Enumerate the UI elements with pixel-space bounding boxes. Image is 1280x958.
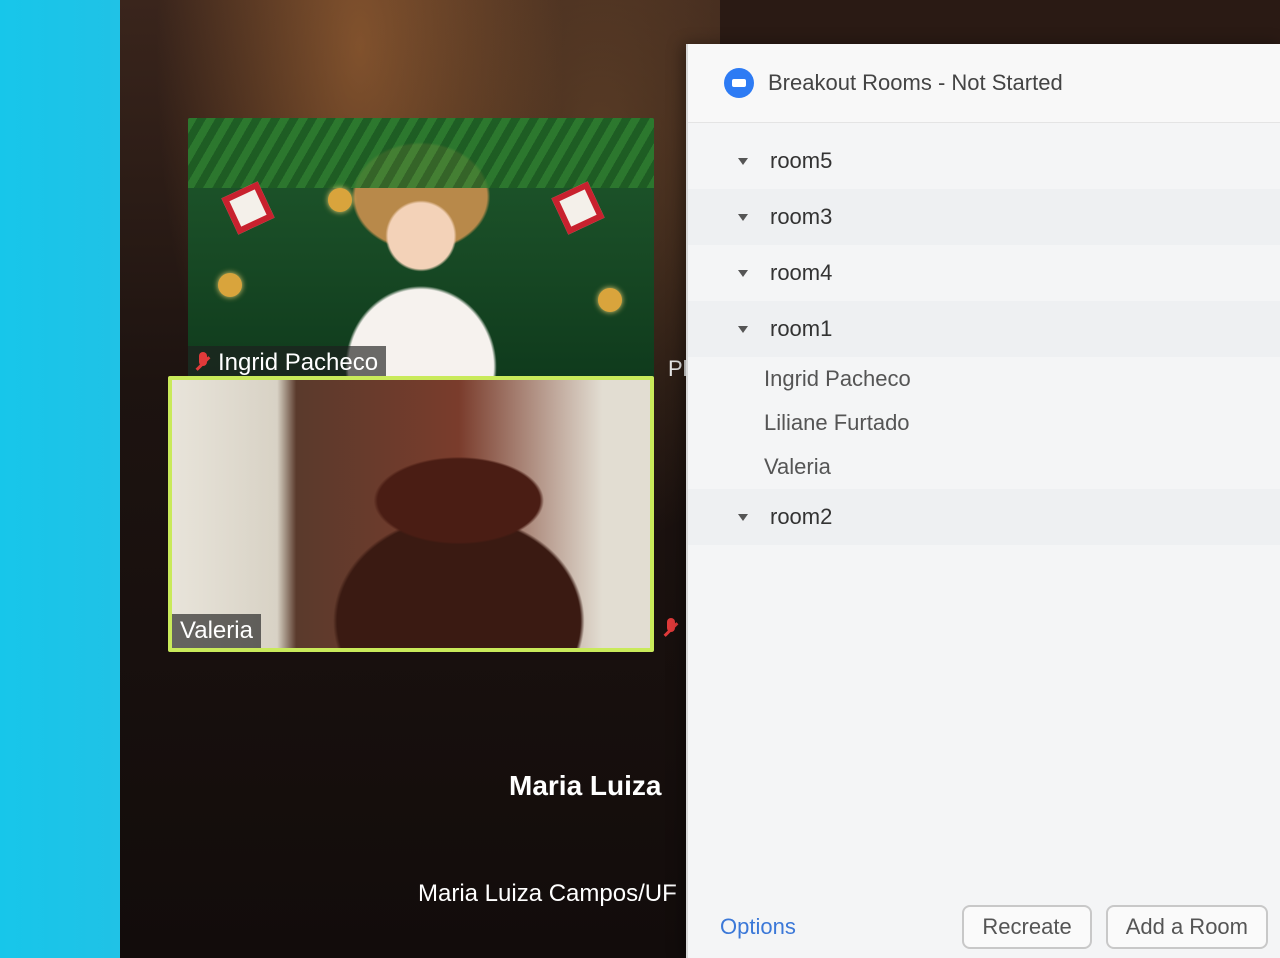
chevron-down-icon[interactable] (738, 269, 748, 277)
participant-name-tag: Valeria (172, 614, 261, 648)
room-list: room5 room3 room4 room1 Ingrid Pacheco L… (688, 123, 1280, 545)
room-row-room3[interactable]: room3 (688, 189, 1280, 245)
room-name: room4 (770, 260, 833, 285)
room-participant[interactable]: Ingrid Pacheco (688, 357, 1280, 401)
audio-only-display-name: Maria Luiza (509, 770, 662, 801)
audio-only-full-name: Maria Luiza Campos/UF (418, 880, 677, 907)
options-link[interactable]: Options (720, 914, 796, 940)
chevron-down-icon[interactable] (738, 157, 748, 165)
zoom-logo-icon (724, 68, 754, 98)
footer-buttons: Recreate Add a Room (962, 905, 1268, 949)
room-row-room5[interactable]: room5 (688, 133, 1280, 189)
gift-decoration (551, 181, 605, 235)
room-participant[interactable]: Liliane Furtado (688, 401, 1280, 445)
side-tile-mic-status (664, 618, 678, 645)
panel-title: Breakout Rooms - Not Started (768, 70, 1063, 95)
mic-muted-icon (196, 352, 210, 374)
ornament-decoration (598, 288, 622, 312)
room-participant[interactable]: Valeria (688, 445, 1280, 489)
recreate-button[interactable]: Recreate (962, 905, 1092, 949)
panel-header: Breakout Rooms - Not Started (688, 44, 1280, 123)
gift-decoration (221, 181, 275, 235)
participant-name: Ingrid Pacheco (218, 349, 379, 376)
add-room-button[interactable]: Add a Room (1105, 905, 1268, 949)
ornament-decoration (218, 273, 242, 297)
video-tile-valeria-active-speaker[interactable]: Valeria (168, 376, 654, 652)
room-row-room2[interactable]: room2 (688, 489, 1280, 545)
room-name: room1 (770, 316, 833, 341)
room-name: room5 (770, 148, 833, 173)
room-row-room4[interactable]: room4 (688, 245, 1280, 301)
video-tile-ingrid[interactable]: Ingrid Pacheco (188, 118, 654, 380)
chevron-down-icon[interactable] (738, 325, 748, 333)
mic-muted-icon (664, 618, 678, 640)
room-name: room2 (770, 504, 833, 529)
room-name: room3 (770, 204, 833, 229)
panel-footer: Options Recreate Add a Room (688, 896, 1280, 958)
chevron-down-icon[interactable] (738, 513, 748, 521)
virtual-background-garland (188, 118, 654, 188)
participant-name-tag: Ingrid Pacheco (188, 346, 387, 380)
participant-name: Valeria (180, 617, 253, 644)
chevron-down-icon[interactable] (738, 213, 748, 221)
ornament-decoration (328, 188, 352, 212)
breakout-rooms-panel: Breakout Rooms - Not Started room5 room3… (686, 44, 1280, 958)
room-row-room1[interactable]: room1 (688, 301, 1280, 357)
